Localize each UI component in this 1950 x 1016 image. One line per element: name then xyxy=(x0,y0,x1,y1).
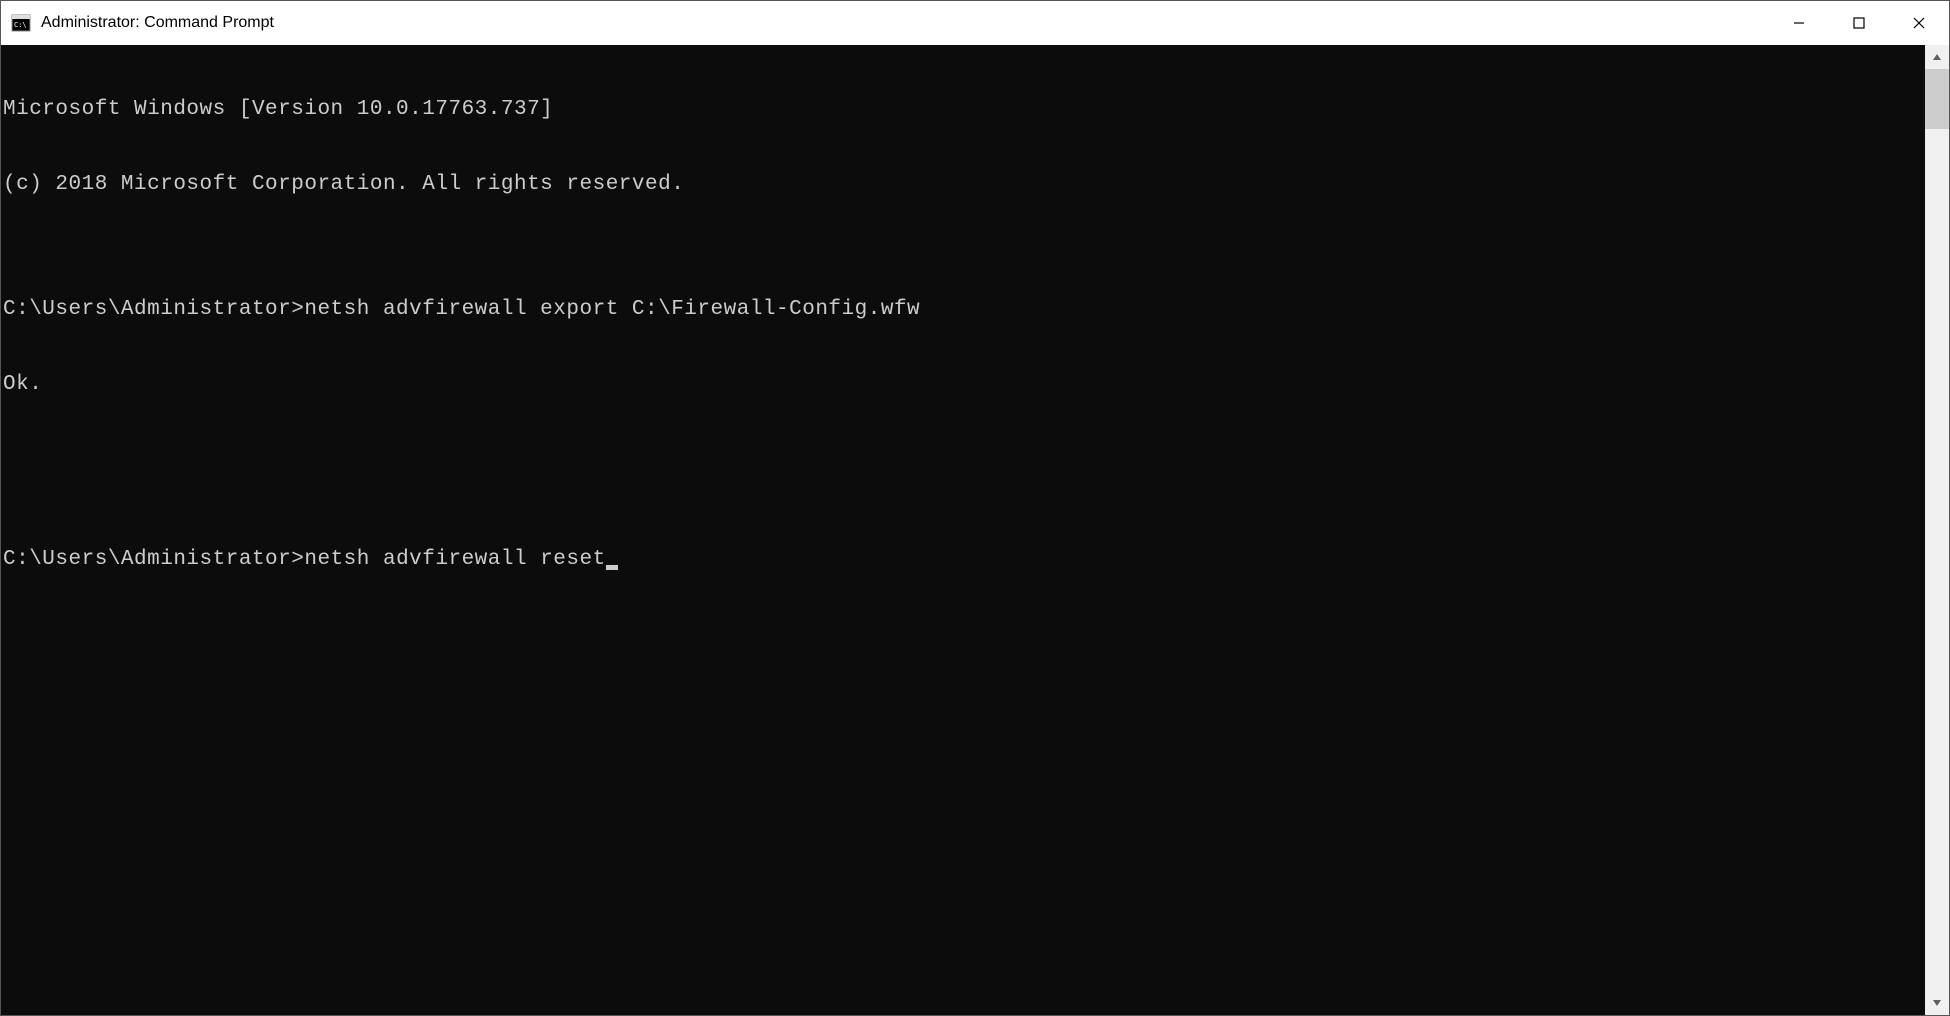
window-title: Administrator: Command Prompt xyxy=(41,14,1769,32)
scroll-up-button[interactable] xyxy=(1925,45,1949,69)
cmd-icon: C:\ xyxy=(11,13,31,33)
minimize-button[interactable] xyxy=(1769,1,1829,45)
terminal-line: C:\Users\Administrator>netsh advfirewall… xyxy=(3,297,1925,322)
scrollbar-thumb[interactable] xyxy=(1925,69,1949,129)
terminal-line: Microsoft Windows [Version 10.0.17763.73… xyxy=(3,97,1925,122)
vertical-scrollbar[interactable] xyxy=(1925,45,1949,1015)
prompt-text: C:\Users\Administrator> xyxy=(3,548,304,571)
client-area: Microsoft Windows [Version 10.0.17763.73… xyxy=(1,45,1949,1015)
scrollbar-track[interactable] xyxy=(1925,69,1949,991)
scroll-down-button[interactable] xyxy=(1925,991,1949,1015)
current-command: netsh advfirewall reset xyxy=(304,548,605,571)
maximize-button[interactable] xyxy=(1829,1,1889,45)
terminal-output[interactable]: Microsoft Windows [Version 10.0.17763.73… xyxy=(1,45,1925,1015)
current-prompt-line: C:\Users\Administrator>netsh advfirewall… xyxy=(3,547,1925,572)
terminal-line: (c) 2018 Microsoft Corporation. All righ… xyxy=(3,172,1925,197)
svg-text:C:\: C:\ xyxy=(14,21,27,29)
window-controls xyxy=(1769,1,1949,45)
titlebar[interactable]: C:\ Administrator: Command Prompt xyxy=(1,1,1949,45)
terminal-line: Ok. xyxy=(3,372,1925,397)
command-prompt-window: C:\ Administrator: Command Prompt Micros… xyxy=(0,0,1950,1016)
cursor xyxy=(606,565,618,570)
close-button[interactable] xyxy=(1889,1,1949,45)
